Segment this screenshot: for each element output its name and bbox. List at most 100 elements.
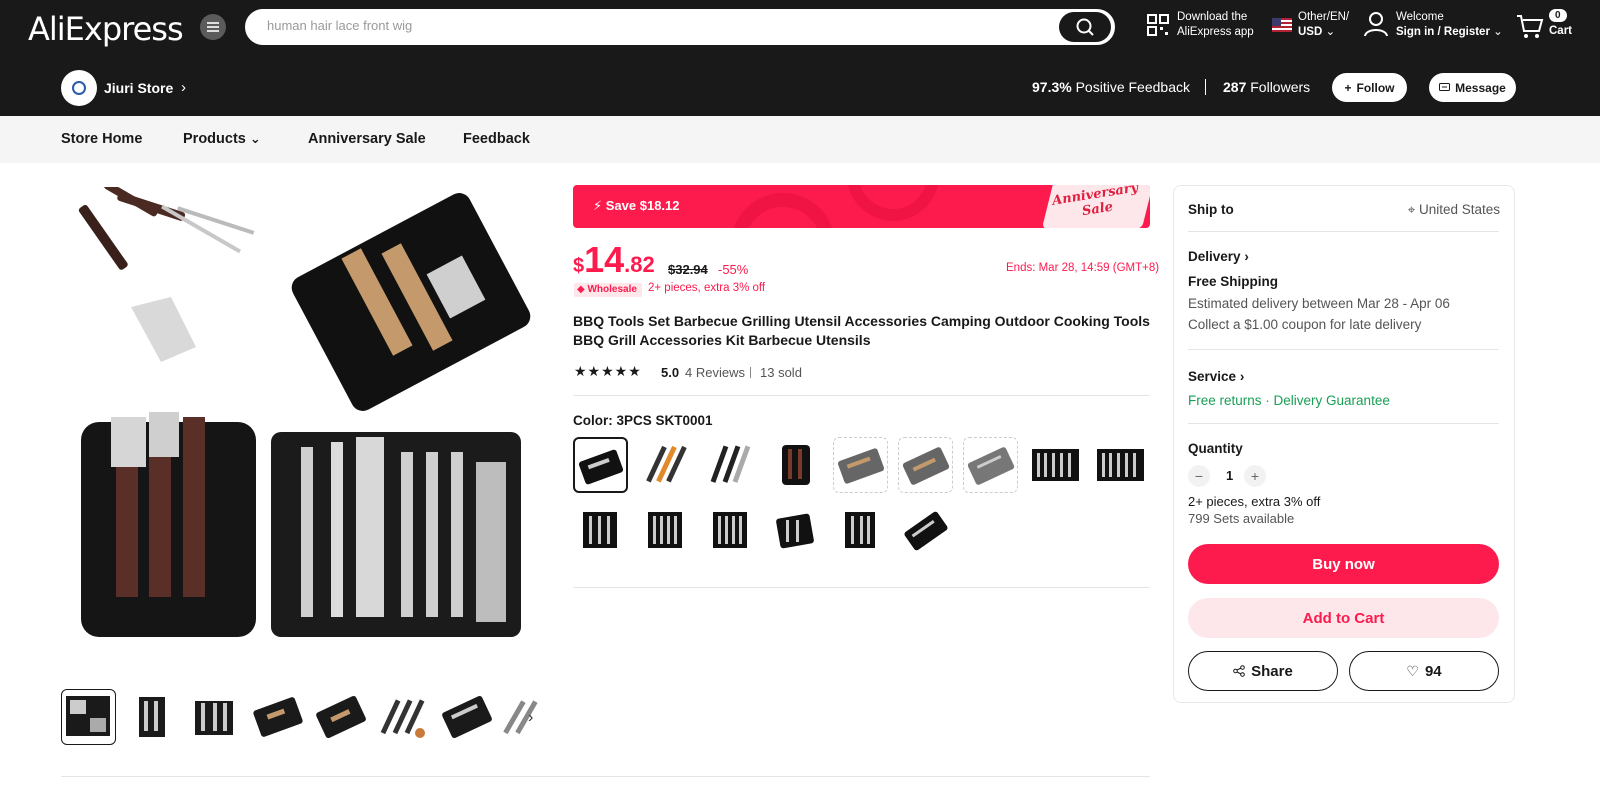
- nav-store-home[interactable]: Store Home: [61, 131, 142, 147]
- location-pin-icon: ⌖: [1407, 202, 1416, 217]
- account-menu[interactable]: Welcome Sign in / Register ⌄: [1396, 10, 1503, 40]
- color-swatch[interactable]: [703, 437, 758, 493]
- swatch-image: [838, 448, 884, 484]
- divider: [61, 776, 1150, 777]
- promo-banner: ⚡ Save $18.12 Anniversary Sale: [573, 185, 1150, 228]
- follow-button[interactable]: + Follow: [1332, 73, 1407, 102]
- nav-feedback[interactable]: Feedback: [463, 131, 530, 147]
- plus-icon: +: [1344, 80, 1352, 95]
- swatch-image: [904, 511, 948, 551]
- nav-anniversary-sale[interactable]: Anniversary Sale: [308, 131, 426, 147]
- color-swatch[interactable]: [898, 502, 953, 558]
- swatch-image: [845, 512, 875, 548]
- thumbnail[interactable]: [61, 689, 116, 745]
- store-feedback: 97.3% Positive Feedback: [1032, 79, 1190, 95]
- quantity-decrease-button[interactable]: −: [1188, 465, 1210, 487]
- nav-products[interactable]: Products ⌄: [183, 131, 261, 147]
- color-swatch[interactable]: [898, 437, 953, 493]
- chevron-right-icon[interactable]: ›: [528, 709, 533, 727]
- divider: [1188, 349, 1499, 350]
- search-input[interactable]: [267, 18, 1027, 33]
- user-icon[interactable]: [1364, 11, 1388, 37]
- download-app-link[interactable]: Download the AliExpress app: [1177, 10, 1254, 40]
- thumbnail-image: [380, 699, 425, 738]
- store-name[interactable]: Jiuri Store: [104, 80, 173, 96]
- minus-icon: −: [1194, 468, 1204, 484]
- color-swatch[interactable]: [768, 437, 823, 493]
- product-main-image[interactable]: [61, 187, 549, 655]
- color-label: Color: 3PCS SKT0001: [573, 413, 713, 428]
- chevron-right-icon[interactable]: ›: [181, 79, 186, 96]
- color-swatch[interactable]: [768, 502, 823, 558]
- quantity-label: Quantity: [1188, 441, 1243, 456]
- swatch-image: [648, 512, 682, 548]
- chevron-down-icon: ⌄: [1325, 26, 1336, 38]
- swatch-image: [782, 445, 810, 485]
- thumbnail-image: [316, 696, 366, 738]
- thumbnail-image: [503, 700, 538, 735]
- reviews-link[interactable]: 4 Reviews: [685, 365, 745, 380]
- bbq-bag-image: [81, 412, 256, 637]
- star-rating-icon: ★★★★★: [574, 363, 642, 379]
- thumbnail[interactable]: [124, 689, 179, 745]
- thumbnail-image: [139, 697, 165, 737]
- color-swatch[interactable]: [638, 437, 693, 493]
- store-followers: 287 Followers: [1223, 79, 1311, 95]
- thumbnail[interactable]: [439, 689, 494, 745]
- thumbnail[interactable]: [250, 689, 305, 745]
- swatch-image: [710, 445, 751, 483]
- store-logo-icon: [72, 81, 86, 95]
- sale-end-time: Ends: Mar 28, 14:59 (GMT+8): [1006, 262, 1160, 274]
- sold-count: 13 sold: [760, 365, 802, 380]
- color-swatch[interactable]: [638, 502, 693, 558]
- add-to-cart-button[interactable]: Add to Cart: [1188, 598, 1499, 638]
- heart-icon: ♡: [1406, 662, 1419, 679]
- original-price: $32.94: [668, 262, 708, 277]
- swatch-image: [776, 513, 814, 549]
- bbq-kit-image: [271, 432, 521, 637]
- color-swatch[interactable]: [573, 437, 628, 493]
- swatch-image: [1097, 449, 1144, 481]
- store-logo[interactable]: [61, 70, 97, 106]
- swatch-image: [902, 447, 950, 485]
- category-menu-button[interactable]: [200, 14, 226, 40]
- save-amount: ⚡ Save $18.12: [593, 198, 680, 213]
- thumbnail[interactable]: [187, 689, 242, 745]
- search-icon: [1076, 18, 1094, 36]
- thumbnail[interactable]: [376, 689, 431, 745]
- color-swatch[interactable]: [833, 437, 888, 493]
- thumbnail-image: [195, 701, 233, 735]
- service-list: Free returns · Delivery Guarantee: [1188, 393, 1390, 408]
- swatch-image: [1032, 449, 1079, 481]
- color-swatch[interactable]: [1093, 437, 1148, 493]
- ship-to-selector[interactable]: ⌖ United States: [1408, 202, 1500, 218]
- free-shipping: Free Shipping: [1188, 274, 1279, 289]
- buy-now-button[interactable]: Buy now: [1188, 544, 1499, 584]
- color-swatch[interactable]: [573, 502, 628, 558]
- share-button[interactable]: Share: [1188, 651, 1338, 691]
- plus-icon: +: [1250, 468, 1260, 484]
- qr-code-icon[interactable]: [1147, 14, 1169, 36]
- quantity-value[interactable]: 1: [1226, 468, 1233, 483]
- thumbnail-image: [66, 696, 110, 736]
- stock-available: 799 Sets available: [1188, 511, 1295, 526]
- service-link[interactable]: Service ›: [1188, 369, 1244, 384]
- language-currency-selector[interactable]: Other/EN/ USD ⌄: [1298, 10, 1349, 40]
- aliexpress-logo[interactable]: AliExpress: [28, 10, 184, 48]
- color-swatch[interactable]: [833, 502, 888, 558]
- color-swatch[interactable]: [963, 437, 1018, 493]
- cart-icon[interactable]: [1516, 13, 1544, 39]
- search-button[interactable]: [1059, 12, 1111, 42]
- swatch-image: [646, 445, 687, 483]
- thumbnail[interactable]: [313, 689, 368, 745]
- color-swatch[interactable]: [703, 502, 758, 558]
- ship-to-label: Ship to: [1188, 202, 1234, 217]
- cart-label[interactable]: Cart: [1549, 25, 1572, 37]
- color-swatch[interactable]: [1028, 437, 1083, 493]
- quantity-increase-button[interactable]: +: [1244, 465, 1266, 487]
- discount-percent: -55%: [718, 262, 749, 277]
- thumbnail[interactable]: [502, 689, 549, 745]
- wishlist-button[interactable]: ♡ 94: [1349, 651, 1499, 691]
- message-button[interactable]: Message: [1429, 73, 1516, 102]
- delivery-link[interactable]: Delivery ›: [1188, 249, 1249, 264]
